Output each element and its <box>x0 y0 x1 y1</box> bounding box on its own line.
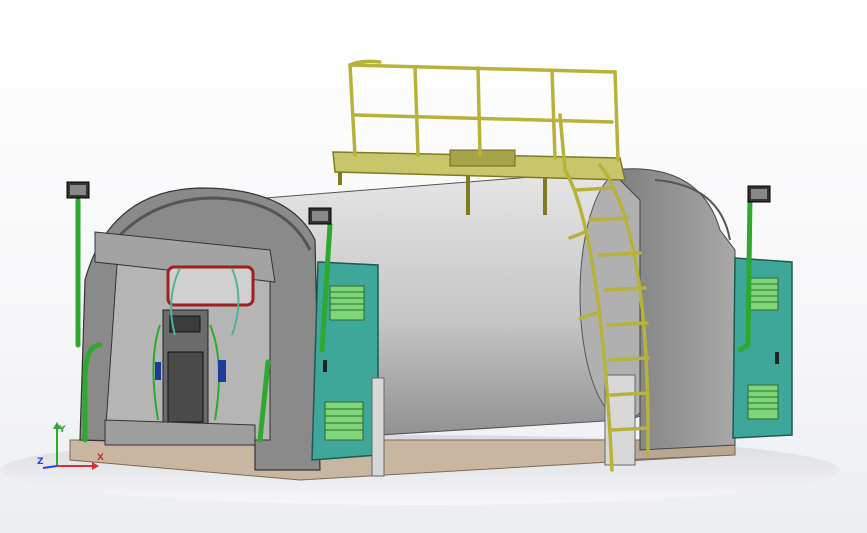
pump-window <box>166 265 255 307</box>
right-door-louver-bottom <box>747 384 779 420</box>
right-door-louver-top <box>747 277 779 311</box>
left-door-louver-bottom <box>324 401 364 441</box>
floodlight-icon <box>308 207 332 225</box>
triad-x-arrow <box>92 462 99 470</box>
left-door-louver-top <box>329 285 365 321</box>
floodlight-icon <box>66 181 90 199</box>
triad-x-label: X <box>97 453 104 463</box>
triad-z-label: Z <box>37 457 44 467</box>
model-canvas[interactable] <box>0 0 867 533</box>
left-door-handle[interactable] <box>323 360 327 372</box>
triad-z-axis <box>42 465 58 469</box>
support-leg-1 <box>371 377 385 477</box>
triad-y-label: Y <box>58 425 66 435</box>
cad-viewport[interactable]: Y X Z <box>0 0 867 533</box>
front-plinth <box>104 419 256 446</box>
triad-icon: Y X Z <box>37 422 104 470</box>
roof-hatch[interactable] <box>449 149 516 167</box>
right-door-handle[interactable] <box>775 352 779 364</box>
floodlight-icon <box>747 185 771 203</box>
